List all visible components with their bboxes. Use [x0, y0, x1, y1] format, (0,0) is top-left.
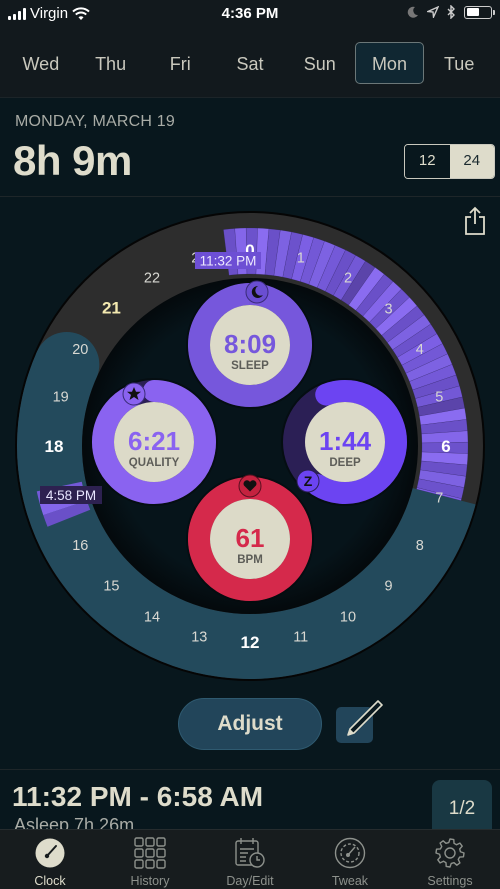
- battery-icon: [464, 5, 495, 19]
- hour-label-15: 15: [103, 579, 119, 595]
- gauge-gear-icon: [334, 837, 366, 869]
- tab-settings-label: Settings: [427, 874, 473, 888]
- heart-rate-value: 61: [236, 523, 265, 553]
- date-label: MONDAY, MARCH 19: [15, 113, 175, 130]
- status-icons: [407, 5, 495, 19]
- hour-label-7: 7: [435, 491, 443, 507]
- hour-label-1: 1: [297, 251, 305, 267]
- hour-label-3: 3: [385, 301, 393, 317]
- hour-label-2: 2: [344, 270, 352, 286]
- pencil-icon: [347, 700, 383, 736]
- sleep-start-label: 11:32 PM: [200, 254, 257, 269]
- hour-format-24-button[interactable]: 24: [449, 145, 494, 178]
- deep-label: DEEP: [329, 457, 361, 469]
- status-bar: Virgin 4:36 PM: [0, 0, 500, 28]
- svg-text:Z: Z: [304, 473, 313, 489]
- hour-label-19: 19: [53, 389, 69, 405]
- sleep-stat[interactable]: 8:09 SLEEP: [186, 280, 314, 409]
- day-tabs: Wed Thu Fri Sat Sun Mon Tue: [0, 28, 500, 98]
- quality-stat[interactable]: 6:21 QUALITY: [90, 378, 218, 506]
- hour-label-20: 20: [72, 342, 88, 358]
- nap-marker-label: 4:58 PM: [46, 488, 96, 503]
- tab-tweak[interactable]: Tweak: [300, 830, 400, 889]
- day-tab-mon[interactable]: Mon: [354, 41, 425, 84]
- sleep-value: 8:09: [224, 329, 276, 359]
- quality-value: 6:21: [128, 426, 180, 456]
- quality-label: QUALITY: [129, 457, 180, 469]
- day-tab-thu[interactable]: Thu: [76, 42, 146, 84]
- hour-label-12: 12: [241, 633, 260, 652]
- day-tab-sat[interactable]: Sat: [215, 42, 285, 84]
- heart-icon: [238, 474, 262, 498]
- calendar-clock-icon: [235, 838, 265, 868]
- clock-icon: [35, 838, 65, 868]
- tab-tweak-label: Tweak: [331, 874, 369, 888]
- star-icon: [122, 382, 146, 406]
- location-icon: [427, 6, 439, 18]
- edit-button[interactable]: [336, 700, 383, 743]
- tab-history-label: History: [130, 874, 170, 888]
- day-tab-fri[interactable]: Fri: [145, 42, 215, 84]
- hour-label-16: 16: [72, 538, 88, 554]
- hour-label-6: 6: [441, 437, 450, 456]
- divider: [0, 769, 500, 770]
- day-tab-tue[interactable]: Tue: [424, 42, 494, 84]
- heart-rate-stat[interactable]: 61 BPM: [186, 474, 314, 603]
- sleep-label: SLEEP: [231, 360, 269, 372]
- adjust-button[interactable]: Adjust: [178, 698, 322, 750]
- tab-history[interactable]: History: [100, 830, 200, 889]
- tab-clock-label: Clock: [34, 874, 66, 888]
- nap-marker[interactable]: 4:58 PM: [40, 486, 102, 504]
- session-time-range: 11:32 PM - 6:58 AM: [12, 781, 264, 812]
- tab-settings[interactable]: Settings: [400, 830, 500, 889]
- hour-label-9: 9: [385, 579, 393, 595]
- hour-label-4: 4: [416, 342, 424, 358]
- hour-label-11: 11: [293, 629, 308, 645]
- bluetooth-icon: [447, 5, 455, 19]
- hour-label-14: 14: [144, 610, 160, 626]
- hour-label-22: 22: [144, 270, 160, 286]
- heart-rate-label: BPM: [237, 554, 263, 566]
- tab-clock[interactable]: Clock: [0, 830, 100, 889]
- hour-label-18: 18: [45, 437, 64, 456]
- sleep-clock-dial[interactable]: 01234567891011121314151617181920212223 1…: [0, 196, 500, 696]
- sleep-duration: 8h 9m: [13, 137, 132, 184]
- hour-label-5: 5: [435, 389, 443, 405]
- sleep-start-marker[interactable]: 11:32 PM: [195, 252, 261, 269]
- day-tab-wed[interactable]: Wed: [6, 42, 76, 84]
- tab-bar: Clock History Day/Edit Tweak Settings: [0, 829, 500, 889]
- hour-label-13: 13: [191, 629, 207, 645]
- moon-icon: [245, 280, 269, 304]
- deep-stat[interactable]: 1:44 DEEP Z: [281, 378, 409, 506]
- hour-label-8: 8: [416, 538, 424, 554]
- hour-label-21: 21: [102, 298, 121, 317]
- hour-label-10: 10: [340, 610, 356, 626]
- day-tab-sun[interactable]: Sun: [285, 42, 355, 84]
- hour-format-12-button[interactable]: 12: [405, 145, 450, 178]
- hour-format-toggle: 12 24: [404, 144, 495, 179]
- tab-day-edit-label: Day/Edit: [226, 874, 274, 888]
- z-icon: Z: [296, 469, 320, 493]
- awake-band-end-cap: [34, 331, 100, 397]
- tab-day-edit[interactable]: Day/Edit: [200, 830, 300, 889]
- moon-icon: [407, 6, 418, 18]
- deep-value: 1:44: [319, 426, 372, 456]
- gear-icon: [435, 838, 465, 868]
- grid-icon: [134, 837, 166, 869]
